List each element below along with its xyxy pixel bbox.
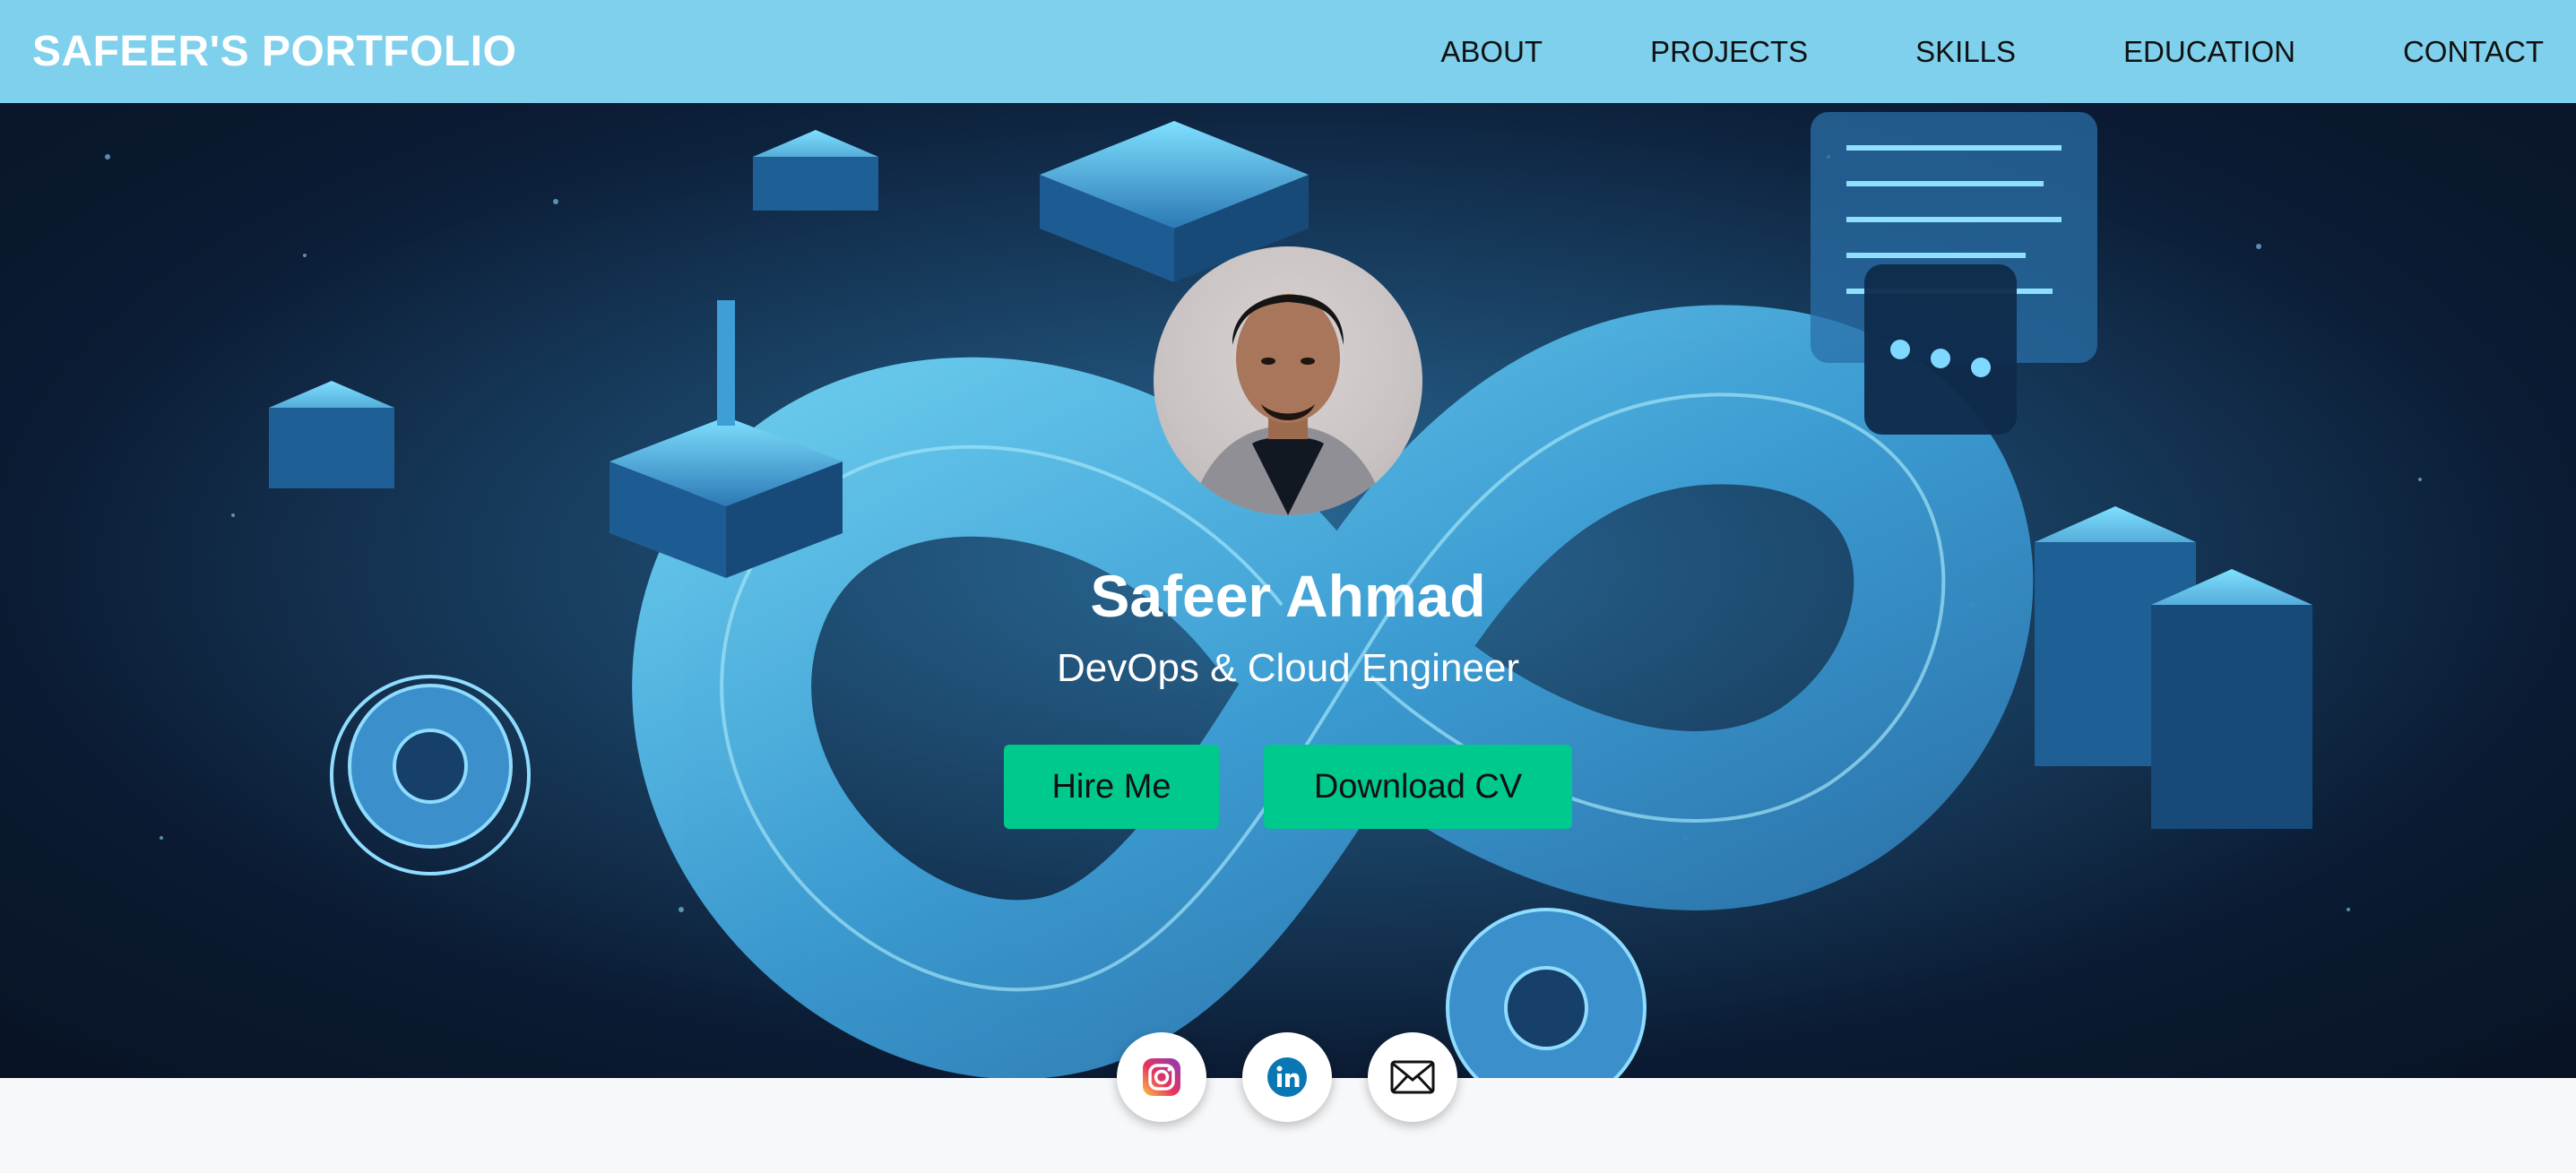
nav-contact[interactable]: CONTACT [2403, 35, 2544, 69]
main-nav: ABOUT PROJECTS SKILLS EDUCATION CONTACT [1333, 35, 2544, 69]
hero-section: Safeer Ahmad DevOps & Cloud Engineer Hir… [0, 103, 2576, 1078]
linkedin-link[interactable] [1242, 1032, 1332, 1122]
hero-subtitle: DevOps & Cloud Engineer [1056, 646, 1520, 690]
hero-content: Safeer Ahmad DevOps & Cloud Engineer Hir… [0, 103, 2576, 1078]
nav-projects[interactable]: PROJECTS [1650, 35, 1808, 69]
nav-education[interactable]: EDUCATION [2123, 35, 2295, 69]
profile-photo [1189, 294, 1387, 515]
navbar: SAFEER'S PORTFOLIO ABOUT PROJECTS SKILLS… [0, 0, 2576, 103]
instagram-link[interactable] [1117, 1032, 1206, 1122]
profile-avatar [1154, 246, 1422, 515]
hire-me-button[interactable]: Hire Me [1004, 745, 1219, 829]
email-link[interactable] [1368, 1032, 1457, 1122]
nav-skills[interactable]: SKILLS [1915, 35, 2016, 69]
hero-buttons: Hire Me Download CV [1004, 745, 1572, 829]
download-cv-button[interactable]: Download CV [1264, 745, 1572, 829]
brand-logo[interactable]: SAFEER'S PORTFOLIO [32, 27, 516, 76]
instagram-icon [1143, 1058, 1180, 1096]
linkedin-icon [1267, 1057, 1307, 1097]
nav-about[interactable]: ABOUT [1440, 35, 1543, 69]
hero-name: Safeer Ahmad [1090, 563, 1486, 629]
social-links [1117, 1032, 1457, 1122]
mail-icon [1390, 1060, 1435, 1094]
